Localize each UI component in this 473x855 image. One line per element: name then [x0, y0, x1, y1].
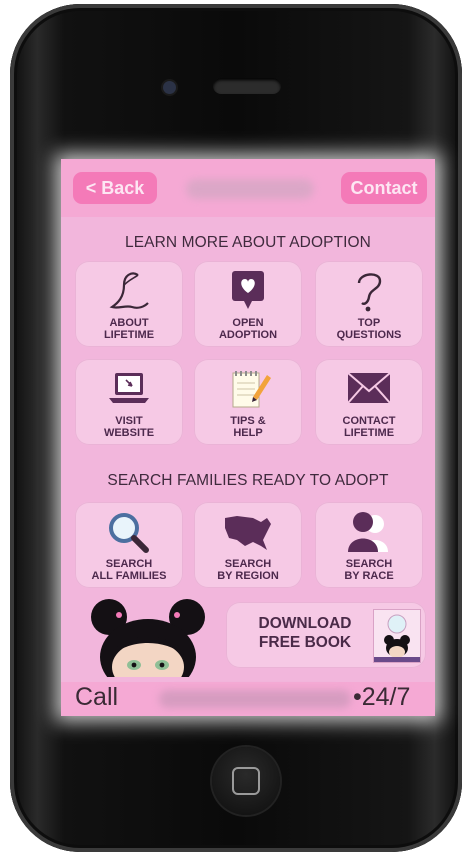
tile-label-line2: HELP — [233, 427, 263, 439]
home-square-icon — [232, 767, 260, 795]
open-adoption-tile[interactable]: OPEN ADOPTION — [194, 261, 302, 347]
tile-label-line2: BY RACE — [344, 570, 394, 582]
question-mark-icon — [357, 273, 382, 312]
tile-label-line1: ABOUT — [109, 317, 149, 329]
hours-label: •24/7 — [353, 683, 411, 711]
home-button[interactable] — [212, 747, 280, 815]
search-section-title: SEARCH FAMILIES READY TO ADOPT — [107, 472, 389, 489]
download-label-line2: FREE BOOK — [258, 634, 352, 651]
camera-icon — [163, 81, 176, 94]
envelope-icon — [347, 372, 391, 404]
tile-label-line2: LIFETIME — [343, 427, 395, 439]
tips-help-tile[interactable]: TIPS & HELP — [194, 359, 302, 445]
search-by-region-tile[interactable]: SEARCH BY REGION — [194, 502, 302, 588]
heart-speech-icon — [232, 271, 264, 309]
phone-frame: < Back Contact LEARN MORE ABOUT ADOPTION… — [10, 4, 462, 852]
tile-label-line2: LIFETIME — [103, 329, 155, 341]
usa-map-icon — [225, 516, 271, 550]
tile-label-line1: TOP — [357, 317, 381, 329]
download-free-book-button[interactable]: DOWNLOAD FREE BOOK — [226, 602, 426, 668]
search-by-race-tile[interactable]: SEARCH BY RACE — [315, 502, 423, 588]
people-icon — [348, 512, 388, 552]
tile-label-line1: VISIT — [115, 415, 143, 427]
tile-label-line1: SEARCH — [345, 558, 393, 570]
blurred-title — [186, 179, 314, 199]
back-button[interactable]: < Back — [73, 172, 157, 204]
blurred-phone-number — [159, 690, 351, 708]
magnifier-icon — [109, 513, 149, 553]
tile-label-line1: SEARCH — [224, 558, 272, 570]
tile-label-line1: SEARCH — [105, 558, 153, 570]
learn-section-title: LEARN MORE ABOUT ADOPTION — [125, 234, 371, 251]
visit-website-tile[interactable]: VISIT WEBSITE — [75, 359, 183, 445]
top-questions-tile[interactable]: TOP QUESTIONS — [315, 261, 423, 347]
download-label-line1: DOWNLOAD — [258, 615, 352, 632]
tile-label-line1: TIPS & — [230, 415, 266, 427]
tile-label-line1: OPEN — [232, 317, 264, 329]
tile-label-line1: CONTACT — [342, 415, 396, 427]
book-cover-icon — [374, 610, 420, 662]
tile-label-line2: WEBSITE — [103, 427, 155, 439]
call-bar[interactable]: Call •24/7 — [61, 682, 435, 716]
call-label: Call — [75, 683, 119, 711]
speaker-grille — [213, 78, 281, 94]
about-lifetime-tile[interactable]: ABOUT LIFETIME — [75, 261, 183, 347]
tile-label-line2: ALL FAMILIES — [91, 570, 167, 582]
cartoon-girl-illustration — [91, 599, 205, 677]
contact-button[interactable]: Contact — [341, 172, 427, 204]
notepad-pencil-icon — [232, 371, 271, 408]
tile-label-line2: QUESTIONS — [336, 329, 402, 341]
tile-label-line2: ADOPTION — [218, 329, 278, 341]
top-bar: < Back Contact — [61, 159, 435, 217]
tile-label-line2: BY REGION — [217, 570, 279, 582]
search-all-families-tile[interactable]: SEARCH ALL FAMILIES — [75, 502, 183, 588]
laptop-icon — [109, 373, 149, 403]
app-screen: < Back Contact LEARN MORE ABOUT ADOPTION… — [61, 159, 435, 716]
script-l-icon — [109, 272, 149, 309]
contact-lifetime-tile[interactable]: CONTACT LIFETIME — [315, 359, 423, 445]
